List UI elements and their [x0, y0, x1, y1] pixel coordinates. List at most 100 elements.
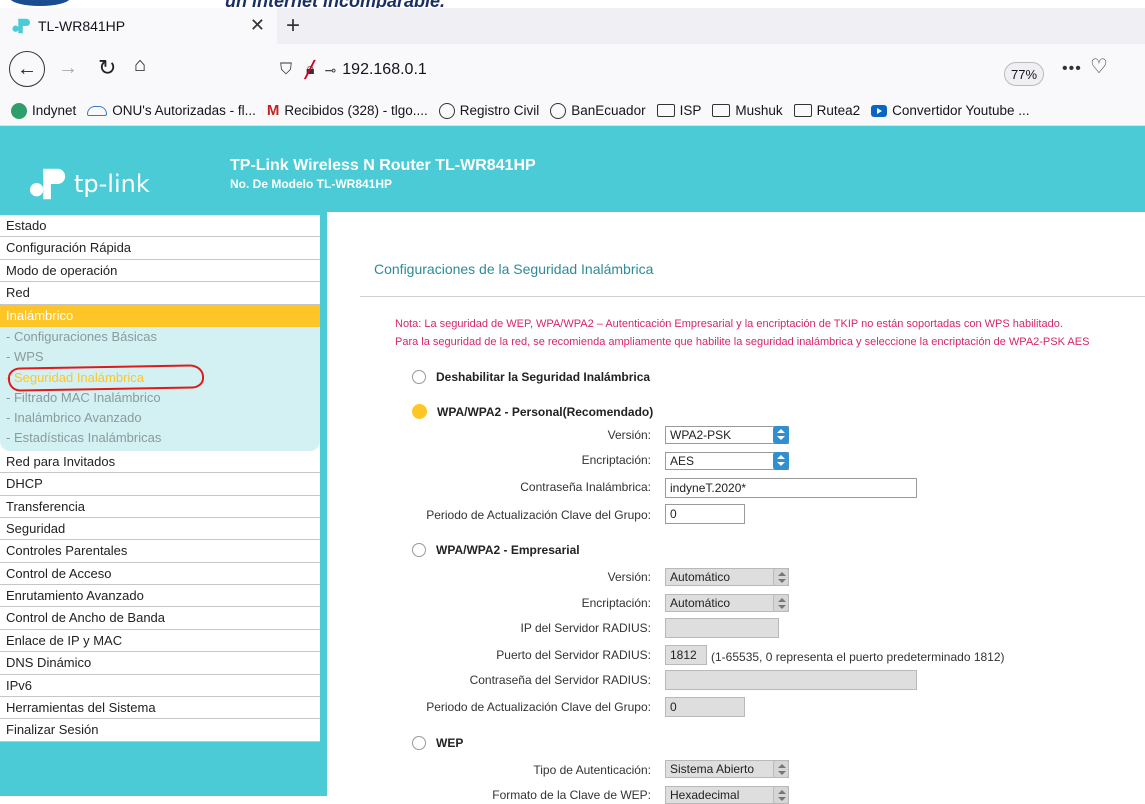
bookmark-onu[interactable]: ONU's Autorizadas - fl...: [87, 103, 256, 118]
bookmark-indynet[interactable]: Indynet: [11, 102, 77, 119]
wep-auth-type-select[interactable]: Sistema Abierto: [665, 760, 789, 778]
wpa-enterprise-option[interactable]: WPA/WPA2 - Empresarial: [412, 543, 580, 557]
disable-security-label: Deshabilitar la Seguridad Inalámbrica: [436, 370, 651, 384]
personal-group-key-period-input[interactable]: 0: [665, 504, 745, 524]
bookmark-folder-rutea2[interactable]: Rutea2: [793, 103, 860, 118]
youtube-icon: [871, 104, 888, 117]
bookmark-label: ISP: [679, 103, 702, 118]
radius-port-label: Puerto del Servidor RADIUS:: [496, 648, 651, 662]
sidebar-subitem-configuraciones-basicas[interactable]: - Configuraciones Básicas: [0, 327, 320, 347]
tab-title: TL-WR841HP: [38, 18, 126, 34]
radius-password-label: Contraseña del Servidor RADIUS:: [469, 673, 651, 687]
browser-tab[interactable]: TL-WR841HP ✕: [0, 8, 277, 44]
page-actions-icon[interactable]: •••: [1062, 60, 1082, 78]
disable-security-option[interactable]: Deshabilitar la Seguridad Inalámbrica: [412, 370, 650, 384]
sidebar-item-ipv6[interactable]: IPv6: [0, 675, 320, 698]
sidebar-item-seguridad[interactable]: Seguridad: [0, 518, 320, 541]
forward-arrow-icon[interactable]: →: [58, 57, 78, 80]
chevron-updown-icon: [773, 760, 789, 778]
wep-radio[interactable]: [412, 736, 426, 750]
radius-port-input[interactable]: 1812: [665, 645, 707, 665]
personal-version-select[interactable]: WPA2-PSK: [665, 426, 789, 444]
chevron-updown-icon: [773, 568, 789, 586]
new-tab-icon[interactable]: +: [286, 12, 300, 40]
sidebar-subitem-estadisticas[interactable]: - Estadísticas Inalámbricas: [0, 428, 320, 448]
sidebar-item-modo-operacion[interactable]: Modo de operación: [0, 260, 320, 283]
close-tab-icon[interactable]: ✕: [250, 15, 265, 36]
bookmark-folder-isp[interactable]: ISP: [656, 103, 702, 118]
tplink-logo: tp-link: [30, 165, 150, 203]
enterprise-group-key-period-input[interactable]: 0: [665, 697, 745, 717]
sidebar-item-enlace-ip-mac[interactable]: Enlace de IP y MAC: [0, 630, 320, 653]
wpa-enterprise-radio[interactable]: [412, 543, 426, 557]
insecure-lock-icon[interactable]: 🔒︎ ╱: [305, 61, 315, 79]
sidebar-item-red[interactable]: Red: [0, 282, 320, 305]
enterprise-version-select[interactable]: Automático: [665, 568, 789, 586]
folder-icon: [656, 104, 675, 117]
bookmark-registro-civil[interactable]: Registro Civil: [438, 102, 539, 119]
sidebar-item-herramientas[interactable]: Herramientas del Sistema: [0, 697, 320, 720]
wep-option[interactable]: WEP: [412, 736, 463, 750]
wpa-enterprise-label: WPA/WPA2 - Empresarial: [436, 543, 580, 557]
sidebar-item-finalizar-sesion[interactable]: Finalizar Sesión: [0, 719, 320, 742]
url-text[interactable]: 192.168.0.1: [342, 61, 427, 79]
sidebar-item-red-invitados[interactable]: Red para Invitados: [0, 451, 320, 474]
tplink-logo-icon: [30, 168, 66, 200]
browser-tab-bar: TL-WR841HP ✕ +: [0, 8, 1145, 44]
bookmark-label: Indynet: [32, 103, 77, 118]
radius-ip-label: IP del Servidor RADIUS:: [520, 621, 652, 635]
divider: [360, 296, 1145, 297]
disable-security-radio[interactable]: [412, 370, 426, 384]
sidebar-item-estado[interactable]: Estado: [0, 215, 320, 238]
main-content: Configuraciones de la Seguridad Inalámbr…: [327, 212, 1145, 804]
tplink-logo-text: tp-link: [74, 170, 150, 198]
bookmark-label: Recibidos (328) - tlgo....: [284, 103, 428, 118]
page-top-strip: un internet incomparable.: [0, 0, 1145, 8]
radius-password-input[interactable]: [665, 670, 917, 690]
sidebar-item-control-acceso[interactable]: Control de Acceso: [0, 563, 320, 586]
radius-ip-input[interactable]: [665, 618, 779, 638]
globe-icon: [550, 102, 567, 119]
sidebar-item-dhcp[interactable]: DHCP: [0, 473, 320, 496]
sidebar-item-configuracion-rapida[interactable]: Configuración Rápida: [0, 237, 320, 260]
sidebar-item-controles-parentales[interactable]: Controles Parentales: [0, 540, 320, 563]
sidebar-item-control-ancho-banda[interactable]: Control de Ancho de Banda: [0, 607, 320, 630]
reload-icon[interactable]: ↻: [98, 55, 116, 81]
wep-key-format-select[interactable]: Hexadecimal: [665, 786, 789, 804]
key-icon[interactable]: ⊸: [325, 62, 337, 79]
wep-auth-type-value: Sistema Abierto: [670, 762, 755, 776]
pocket-icon[interactable]: ♡: [1090, 54, 1108, 79]
wpa-personal-radio[interactable]: [412, 404, 427, 419]
page-logo-fragment: [10, 0, 70, 6]
globe-icon: [438, 102, 455, 119]
wpa-personal-option[interactable]: WPA/WPA2 - Personal(Recomendado): [412, 404, 653, 419]
tracking-shield-icon[interactable]: ⛉: [280, 61, 292, 79]
wireless-password-input[interactable]: indyneT.2020*: [665, 478, 917, 498]
wpa-personal-label: WPA/WPA2 - Personal(Recomendado): [437, 404, 654, 419]
sidebar-item-inalambrico[interactable]: Inalámbrico: [0, 304, 320, 327]
sidebar-item-dns-dinamico[interactable]: DNS Dinámico: [0, 652, 320, 675]
sidebar-item-enrutamiento-avanzado[interactable]: Enrutamiento Avanzado: [0, 585, 320, 608]
sidebar-item-transferencia[interactable]: Transferencia: [0, 496, 320, 518]
enterprise-version-value: Automático: [670, 570, 731, 584]
personal-encryption-label: Encriptación:: [581, 453, 651, 467]
bookmarks-bar: Indynet ONU's Autorizadas - fl... M Recib…: [0, 96, 1145, 126]
tplink-favicon-icon: [12, 18, 30, 34]
bookmark-youtube-converter[interactable]: Convertidor Youtube ...: [871, 103, 1030, 118]
bookmark-banecuador[interactable]: BanEcuador: [550, 102, 646, 119]
bookmark-folder-mushuk[interactable]: Mushuk: [712, 103, 783, 118]
indynet-icon: [11, 102, 27, 119]
enterprise-encryption-select[interactable]: Automático: [665, 594, 789, 612]
bookmark-gmail[interactable]: M Recibidos (328) - tlgo....: [267, 102, 428, 119]
back-arrow-icon[interactable]: ←: [9, 51, 45, 87]
sidebar-subitem-seguridad-inalambrica[interactable]: - Seguridad Inalámbrica: [0, 363, 320, 392]
personal-encryption-select[interactable]: AES: [665, 452, 789, 470]
sidebar-subitem-inalambrico-avanzado[interactable]: - Inalámbrico Avanzado: [0, 408, 320, 428]
router-header: tp-link TP-Link Wireless N Router TL-WR8…: [0, 126, 1145, 212]
home-icon[interactable]: ⌂: [134, 54, 146, 77]
chevron-updown-icon: [773, 426, 789, 444]
personal-group-key-period-label: Periodo de Actualización Clave del Grupo…: [426, 508, 651, 522]
bookmark-label: ONU's Autorizadas - fl...: [112, 103, 256, 118]
router-title: TP-Link Wireless N Router TL-WR841HP: [230, 157, 536, 174]
zoom-level-badge[interactable]: 77%: [1004, 62, 1044, 86]
